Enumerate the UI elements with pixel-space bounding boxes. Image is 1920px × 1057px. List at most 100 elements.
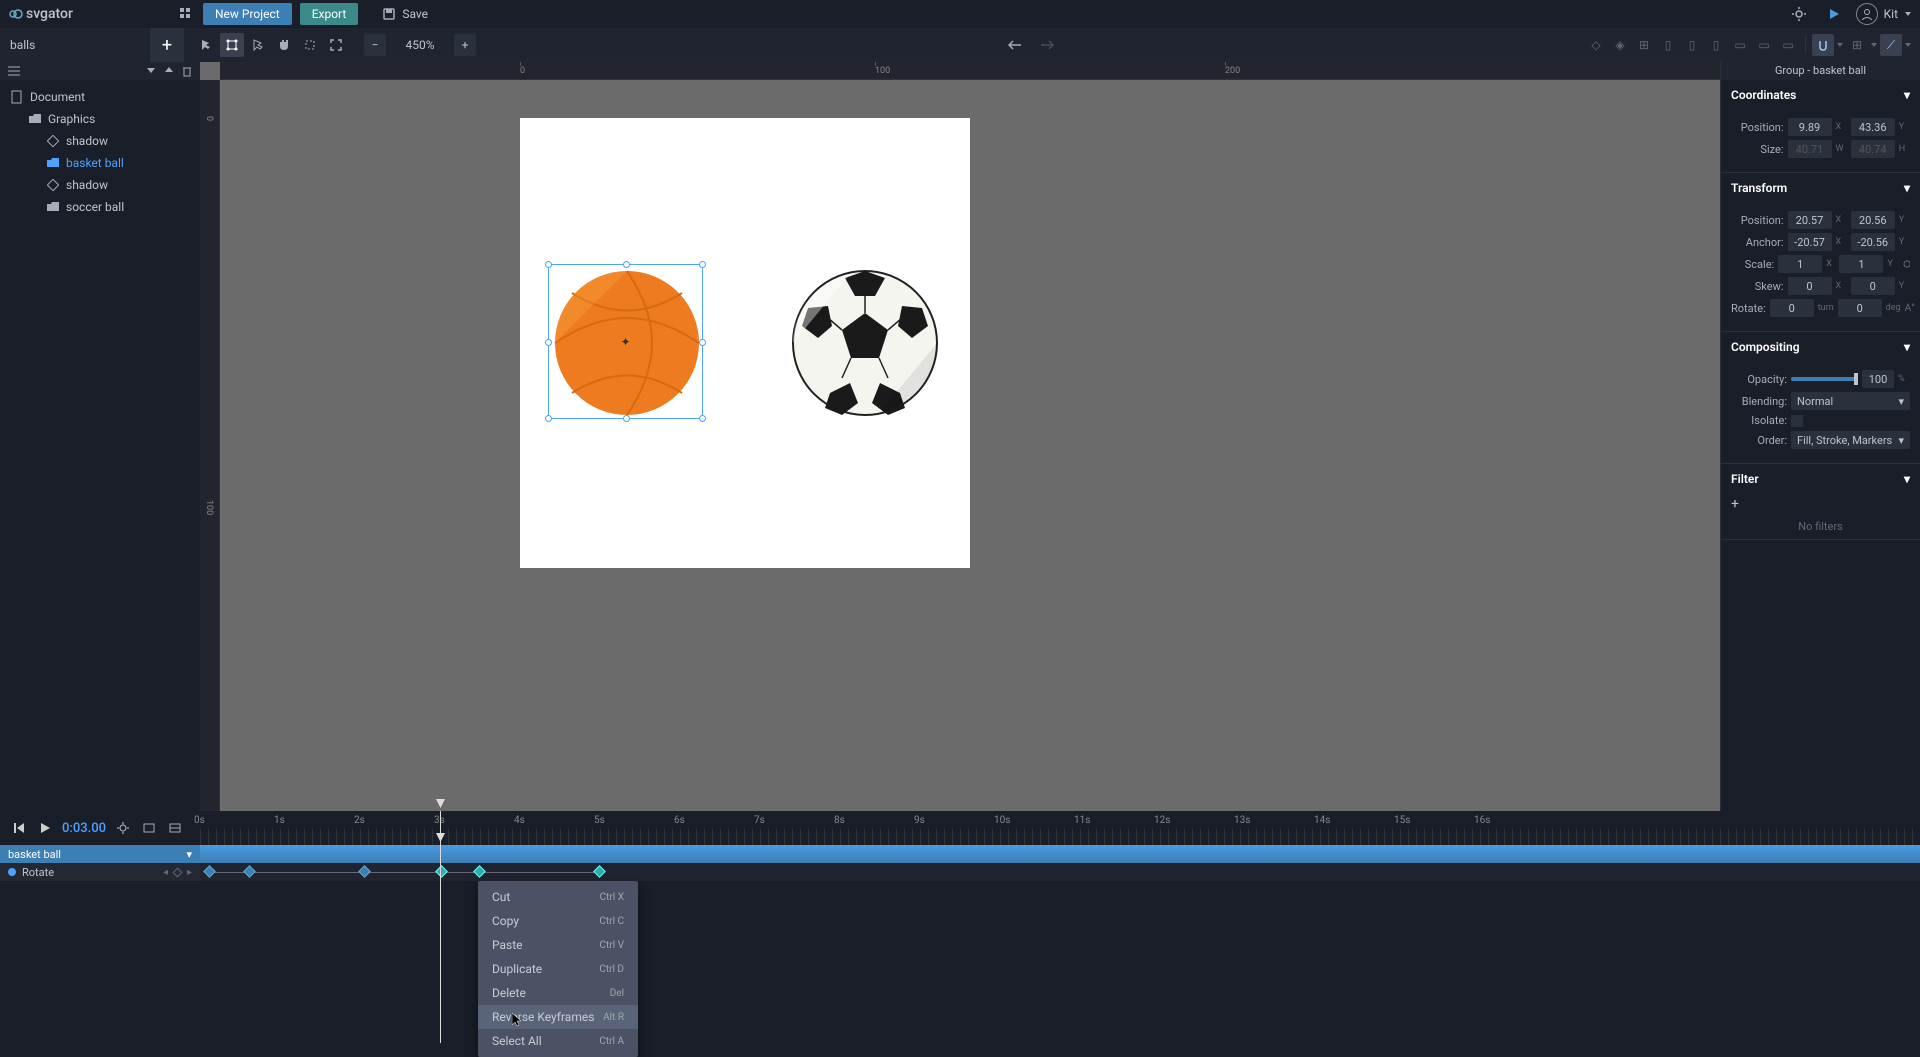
- filter-section-header[interactable]: Filter▾: [1721, 464, 1920, 494]
- selection-handle[interactable]: [699, 339, 706, 346]
- timeline-track-header[interactable]: basket ball▾: [0, 845, 200, 863]
- canvas[interactable]: 0 100 200 0 100: [200, 62, 1720, 811]
- trash-icon[interactable]: [182, 65, 192, 77]
- coord-pos-y[interactable]: [1851, 118, 1895, 136]
- coord-pos-x[interactable]: [1788, 118, 1832, 136]
- grid-icon[interactable]: [173, 3, 199, 25]
- rewind-button[interactable]: [10, 819, 28, 837]
- align-tool-6[interactable]: ▯: [1705, 34, 1727, 56]
- fullscreen-tool[interactable]: [324, 33, 348, 57]
- settings-icon[interactable]: [1786, 3, 1812, 25]
- chevron-up-icon[interactable]: [164, 65, 174, 75]
- compositing-section-header[interactable]: Compositing▾: [1721, 332, 1920, 362]
- selection-handle[interactable]: [623, 415, 630, 422]
- add-keyframe-button[interactable]: [173, 867, 183, 877]
- selection-handle[interactable]: [545, 339, 552, 346]
- selection-handle[interactable]: [623, 261, 630, 268]
- save-button[interactable]: Save: [372, 3, 438, 25]
- user-menu[interactable]: Kit: [1856, 3, 1912, 25]
- ctx-paste[interactable]: PasteCtrl V: [478, 933, 638, 957]
- align-tool-7[interactable]: ▭: [1729, 34, 1751, 56]
- opacity-slider[interactable]: [1791, 377, 1858, 381]
- layer-soccerball[interactable]: soccer ball: [0, 196, 200, 218]
- ctx-reverse-keyframes[interactable]: Reverse KeyframesAlt R: [478, 1005, 638, 1029]
- zoom-out-button[interactable]: −: [364, 34, 386, 56]
- loop-icon[interactable]: [140, 819, 158, 837]
- timeline-track-bar[interactable]: [200, 845, 1920, 863]
- grid-toggle[interactable]: ⊞: [1846, 34, 1868, 56]
- selection-box[interactable]: ✦: [548, 264, 703, 419]
- align-tool-4[interactable]: ▯: [1657, 34, 1679, 56]
- undo-button[interactable]: [1003, 33, 1027, 57]
- pan-tool[interactable]: [272, 33, 296, 57]
- play-button[interactable]: [36, 819, 54, 837]
- keyframe[interactable]: [435, 865, 448, 878]
- align-tool-1[interactable]: ◇: [1585, 34, 1607, 56]
- trans-pos-x[interactable]: [1788, 211, 1832, 229]
- keyframe[interactable]: [593, 865, 606, 878]
- play-icon[interactable]: [1822, 3, 1846, 25]
- layer-document[interactable]: Document: [0, 86, 200, 108]
- layer-graphics[interactable]: Graphics: [0, 108, 200, 130]
- trans-rotate-turn[interactable]: [1770, 299, 1814, 317]
- new-project-button[interactable]: New Project: [203, 3, 292, 25]
- zoom-value[interactable]: 450%: [390, 38, 450, 52]
- add-project-button[interactable]: +: [150, 28, 184, 62]
- align-tool-3[interactable]: ⊞: [1633, 34, 1655, 56]
- order-select[interactable]: Fill, Stroke, Markers▾: [1791, 431, 1910, 449]
- playhead-time[interactable]: 0:03.00: [62, 821, 106, 836]
- blending-select[interactable]: Normal▾: [1791, 392, 1910, 410]
- trans-anchor-x[interactable]: [1788, 233, 1832, 251]
- ctx-copy[interactable]: CopyCtrl C: [478, 909, 638, 933]
- project-tab[interactable]: balls: [0, 38, 150, 52]
- trans-rotate-deg[interactable]: [1838, 299, 1882, 317]
- selection-handle[interactable]: [699, 261, 706, 268]
- isolate-checkbox[interactable]: [1791, 415, 1803, 427]
- coord-size-w[interactable]: [1788, 140, 1832, 158]
- ctx-cut[interactable]: CutCtrl X: [478, 885, 638, 909]
- trans-scale-x[interactable]: [1778, 255, 1822, 273]
- keyframe[interactable]: [358, 865, 371, 878]
- timeline-menu-icon[interactable]: [166, 819, 184, 837]
- coord-size-h[interactable]: [1851, 140, 1895, 158]
- trans-scale-y[interactable]: [1839, 255, 1883, 273]
- timeline-settings-icon[interactable]: [114, 819, 132, 837]
- export-button[interactable]: Export: [300, 3, 359, 25]
- align-tool-5[interactable]: ▯: [1681, 34, 1703, 56]
- trans-anchor-y[interactable]: [1851, 233, 1895, 251]
- ctx-duplicate[interactable]: DuplicateCtrl D: [478, 957, 638, 981]
- trans-skew-y[interactable]: [1851, 277, 1895, 295]
- crop-tool[interactable]: [298, 33, 322, 57]
- opacity-value[interactable]: [1862, 370, 1894, 388]
- selection-handle[interactable]: [545, 415, 552, 422]
- selection-handle[interactable]: [699, 415, 706, 422]
- add-filter-button[interactable]: +: [1721, 494, 1920, 514]
- trans-skew-x[interactable]: [1788, 277, 1832, 295]
- keyframe[interactable]: [203, 865, 216, 878]
- layer-basketball[interactable]: basket ball: [0, 152, 200, 174]
- align-tool-8[interactable]: ▭: [1753, 34, 1775, 56]
- timeline-keyframe-row[interactable]: [200, 863, 1920, 881]
- selection-handle[interactable]: [545, 261, 552, 268]
- snap-toggle[interactable]: [1812, 34, 1834, 56]
- keyframe[interactable]: [473, 865, 486, 878]
- align-tool-2[interactable]: ◈: [1609, 34, 1631, 56]
- timeline-property-row[interactable]: Rotate ◂ ▸: [0, 863, 200, 881]
- ctx-select-all[interactable]: Select AllCtrl A: [478, 1029, 638, 1053]
- coordinates-section-header[interactable]: Coordinates▾: [1721, 80, 1920, 110]
- guides-toggle[interactable]: ⟋: [1880, 34, 1902, 56]
- layer-shadow-2[interactable]: shadow: [0, 174, 200, 196]
- zoom-in-button[interactable]: +: [454, 34, 476, 56]
- redo-button[interactable]: [1035, 33, 1059, 57]
- transform-section-header[interactable]: Transform▾: [1721, 173, 1920, 203]
- align-tool-9[interactable]: ▭: [1777, 34, 1799, 56]
- link-icon[interactable]: [1901, 258, 1910, 270]
- select-tool[interactable]: [194, 33, 218, 57]
- node-tool[interactable]: [246, 33, 270, 57]
- timeline-ruler[interactable]: 0s1s2s3s4s5s6s7s8s9s10s11s12s13s14s15s16…: [200, 811, 1920, 845]
- keyframe[interactable]: [243, 865, 256, 878]
- ctx-delete[interactable]: DeleteDel: [478, 981, 638, 1005]
- trans-pos-y[interactable]: [1851, 211, 1895, 229]
- chevron-down-icon[interactable]: [146, 65, 156, 75]
- prev-keyframe-button[interactable]: ◂: [163, 867, 168, 878]
